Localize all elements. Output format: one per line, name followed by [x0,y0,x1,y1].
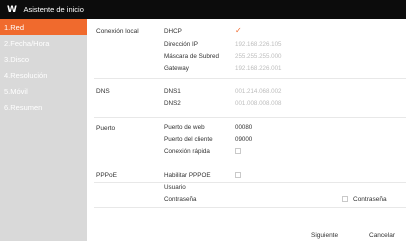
password-label: Contraseña [164,195,197,203]
fast-connection-row: Conexión rápida [164,146,241,156]
pppoe-enable-label: Habilitar PPPOE [164,171,211,179]
dhcp-label: DHCP [164,27,182,35]
web-port-field[interactable]: 00080 [235,124,252,131]
sidebar-item-resolucion[interactable]: 4.Resolución [0,67,87,83]
pppoe-enable-checkbox[interactable] [235,172,241,178]
ip-row: Dirección IP 192.168.226.105 [164,39,281,49]
dns1-label: DNS1 [164,87,181,95]
mask-row: Máscara de Subred 255.255.255.000 [164,51,281,61]
pppoe-enable-row: Habilitar PPPOE [164,170,241,180]
checkmark-icon: ✓ [235,26,242,35]
dhcp-row: DHCP ✓ [164,26,242,36]
title-bar: W Asistente de inicio [0,0,406,19]
dns-section: DNS DNS1 001.214.068.002 DNS2 001.008.00… [94,79,406,118]
mask-field[interactable]: 255.255.255.000 [235,53,281,60]
password-row: Contraseña [164,194,235,204]
mask-label: Máscara de Subred [164,52,219,60]
ip-label: Dirección IP [164,40,198,48]
user-row: Usuario [164,182,235,192]
web-port-row: Puerto de web 00080 [164,122,252,132]
web-port-label: Puerto de web [164,123,205,131]
client-port-field[interactable]: 09000 [235,136,252,143]
local-connection-title: Conexión local [96,28,139,35]
dns1-row: DNS1 001.214.068.002 [164,86,281,96]
sidebar-item-resumen[interactable]: 6.Resumen [0,99,87,115]
gateway-label: Gateway [164,64,189,72]
port-title: Puerto [96,125,116,132]
fast-connection-label: Conexión rápida [164,147,210,155]
client-port-label: Puerto del cliente [164,135,213,143]
show-password-checkbox[interactable] [342,196,348,202]
next-button[interactable]: Siguiente [311,232,338,239]
sidebar-item-disco[interactable]: 3.Disco [0,51,87,67]
pppoe-section: PPPoE Habilitar PPPOE Usuario Contraseña… [94,165,406,208]
user-label: Usuario [164,183,186,191]
main-panel: Conexión local DHCP ✓ Dirección IP 192.1… [87,19,406,241]
ip-field[interactable]: 192.168.226.105 [235,41,281,48]
show-password-label: Contraseña [353,195,387,203]
show-password-row: Contraseña [342,194,387,204]
sidebar: 1.Red 2.Fecha/Hora 3.Disco 4.Resolución … [0,19,87,241]
sidebar-item-fecha-hora[interactable]: 2.Fecha/Hora [0,35,87,51]
cancel-button[interactable]: Cancelar [369,232,395,239]
client-port-row: Puerto del cliente 09000 [164,134,252,144]
dns1-field[interactable]: 001.214.068.002 [235,88,281,95]
window-title: Asistente de inicio [23,5,84,14]
gateway-row: Gateway 192.168.226.001 [164,63,281,73]
dns2-field[interactable]: 001.008.008.008 [235,100,281,107]
fast-connection-checkbox[interactable] [235,148,241,154]
dns2-row: DNS2 001.008.008.008 [164,98,281,108]
dns-title: DNS [96,88,110,95]
brand-logo: W [7,4,17,15]
dhcp-checkbox[interactable]: ✓ [235,26,242,35]
gateway-field[interactable]: 192.168.226.001 [235,65,281,72]
sidebar-item-movil[interactable]: 5.Móvil [0,83,87,99]
pppoe-title: PPPoE [96,172,117,179]
dns2-label: DNS2 [164,99,181,107]
sidebar-item-red[interactable]: 1.Red [0,19,87,35]
local-connection-section: Conexión local DHCP ✓ Dirección IP 192.1… [94,19,406,79]
